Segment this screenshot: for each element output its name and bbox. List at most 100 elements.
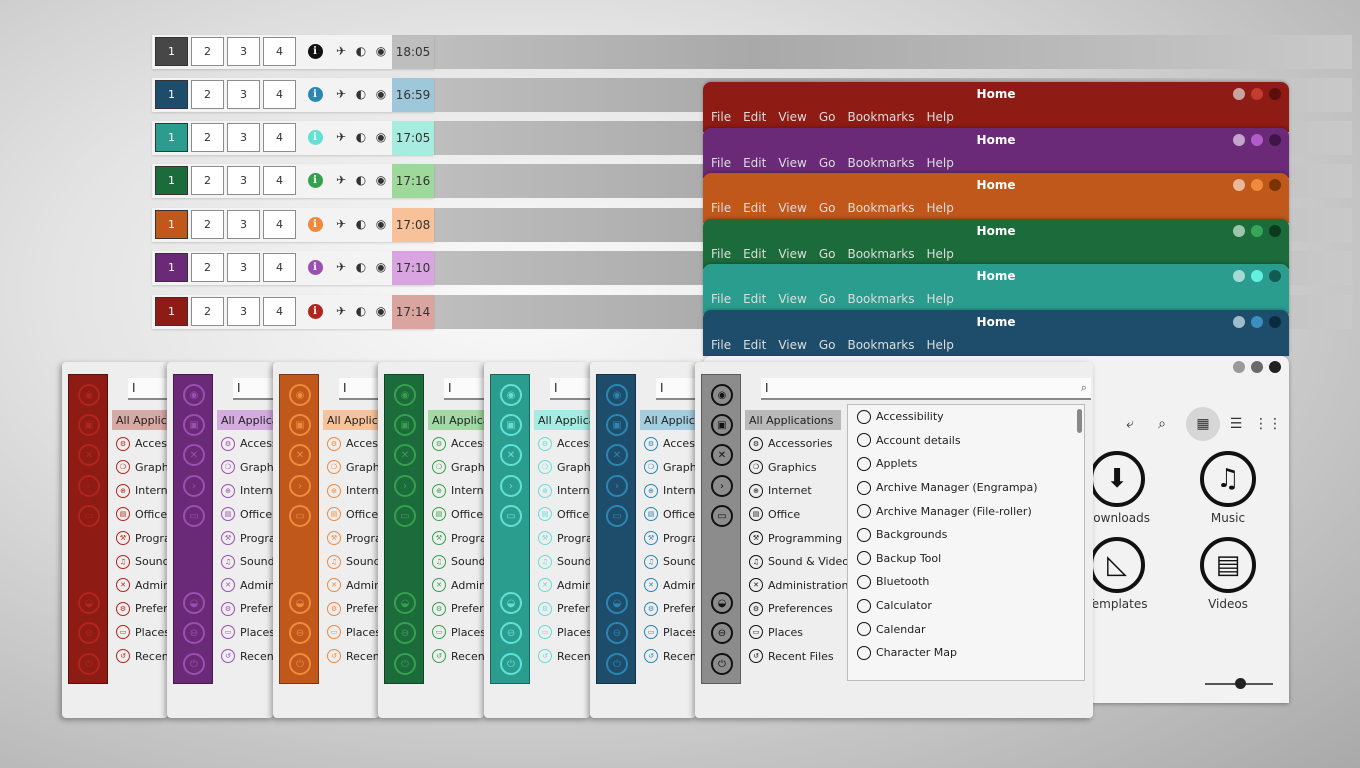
category-item[interactable]: ⚙ Preferences (534, 599, 590, 619)
category-item[interactable]: ⚙ Accessories (745, 434, 832, 454)
close-button[interactable] (1269, 88, 1281, 100)
category-item[interactable]: ▭ Places (534, 622, 590, 642)
workspace-button-3[interactable]: 3 (227, 253, 260, 282)
category-all-applications[interactable]: All Applications (640, 410, 696, 430)
firefox-icon[interactable]: ◉ (78, 384, 100, 406)
category-item[interactable]: ♫ Sound & Video (217, 552, 273, 572)
power-icon[interactable]: ◉ (373, 43, 389, 59)
folder-item[interactable]: ▤ Videos (1178, 537, 1278, 611)
power-icon[interactable]: ⏻ (78, 653, 100, 675)
category-item[interactable]: ⊕ Internet (640, 481, 696, 501)
tools-icon[interactable]: ✕ (289, 444, 311, 466)
menu-file[interactable]: File (711, 292, 731, 306)
power-icon[interactable]: ⏻ (289, 653, 311, 675)
files-icon[interactable]: ▭ (183, 505, 205, 527)
search-input[interactable]: I (550, 378, 590, 400)
menu-help[interactable]: Help (927, 247, 954, 261)
menu-view[interactable]: View (778, 338, 806, 352)
power-icon[interactable]: ⏻ (606, 653, 628, 675)
maximize-button[interactable] (1251, 88, 1263, 100)
power-icon[interactable]: ◉ (373, 259, 389, 275)
app-item[interactable]: Calculator (848, 594, 1084, 618)
app-item[interactable]: Archive Manager (Engrampa) (848, 476, 1084, 500)
category-item[interactable]: ⚙ Accessories (534, 434, 590, 454)
menu-help[interactable]: Help (927, 156, 954, 170)
category-item[interactable]: ▤ Office (112, 504, 167, 524)
close-button[interactable] (1269, 225, 1281, 237)
category-item[interactable]: ✕ Administration (323, 575, 379, 595)
workspace-button-3[interactable]: 3 (227, 123, 260, 152)
menu-edit[interactable]: Edit (743, 156, 766, 170)
category-item[interactable]: ↺ Recent Files (112, 646, 168, 666)
category-item[interactable]: ✕ Administration (428, 575, 484, 595)
menu-view[interactable]: View (778, 247, 806, 261)
clock[interactable]: 17:05 (392, 121, 434, 155)
info-icon[interactable]: i (307, 216, 323, 232)
zoom-slider[interactable] (1205, 678, 1273, 689)
category-item[interactable]: ▤ Office (217, 504, 272, 524)
info-icon[interactable]: i (307, 303, 323, 319)
category-all-applications[interactable]: All Applications (217, 410, 273, 430)
store-icon[interactable]: ▣ (606, 414, 628, 436)
category-item[interactable]: ↺ Recent Files (428, 646, 484, 666)
category-item[interactable]: ⚒ Programming (640, 528, 696, 548)
menu-bookmarks[interactable]: Bookmarks (847, 247, 914, 261)
network-icon[interactable]: ✈ (333, 129, 349, 145)
power-icon[interactable]: ◉ (373, 129, 389, 145)
category-all-applications[interactable]: All Applications (323, 410, 379, 430)
menu-view[interactable]: View (778, 201, 806, 215)
category-item[interactable]: ↺ Recent Files (640, 646, 696, 666)
volume-icon[interactable]: ◐ (353, 129, 369, 145)
category-all-applications[interactable]: All Applications (534, 410, 590, 430)
category-item[interactable]: ▭ Places (640, 622, 696, 642)
workspace-button-1[interactable]: 1 (155, 37, 188, 66)
workspace-button-4[interactable]: 4 (263, 253, 296, 282)
firefox-icon[interactable]: ◉ (606, 384, 628, 406)
files-icon[interactable]: ▭ (289, 505, 311, 527)
store-icon[interactable]: ▣ (183, 414, 205, 436)
power-icon[interactable]: ◉ (373, 216, 389, 232)
menu-file[interactable]: File (711, 338, 731, 352)
path-bar-button[interactable]: ⤶ (1113, 407, 1147, 441)
tools-icon[interactable]: ✕ (183, 444, 205, 466)
workspace-button-3[interactable]: 3 (227, 37, 260, 66)
search-input[interactable]: I (128, 378, 168, 400)
workspace-button-4[interactable]: 4 (263, 297, 296, 326)
category-item[interactable]: ♫ Sound & Video (640, 552, 696, 572)
list-view-icon[interactable]: ☰ (1219, 407, 1253, 441)
category-item[interactable]: ♫ Sound & Video (323, 552, 379, 572)
firefox-icon[interactable]: ◉ (289, 384, 311, 406)
network-icon[interactable]: ✈ (333, 43, 349, 59)
category-item[interactable]: ⊕ Internet (112, 481, 168, 501)
volume-icon[interactable]: ◐ (353, 303, 369, 319)
menu-edit[interactable]: Edit (743, 247, 766, 261)
menu-bookmarks[interactable]: Bookmarks (847, 292, 914, 306)
category-item[interactable]: ▭ Places (112, 622, 168, 642)
firefox-icon[interactable]: ◉ (394, 384, 416, 406)
zoom-slider-handle[interactable] (1235, 678, 1246, 689)
maximize-button[interactable] (1251, 179, 1263, 191)
workspace-button-4[interactable]: 4 (263, 210, 296, 239)
volume-icon[interactable]: ◐ (353, 43, 369, 59)
network-icon[interactable]: ✈ (333, 86, 349, 102)
clock[interactable]: 16:59 (392, 78, 434, 112)
category-item[interactable]: ⚙ Accessories (323, 434, 379, 454)
lock-icon[interactable]: ◒ (606, 592, 628, 614)
workspace-button-4[interactable]: 4 (263, 123, 296, 152)
compact-view-icon[interactable]: ⋮⋮ (1251, 407, 1285, 441)
maximize-button[interactable] (1251, 316, 1263, 328)
close-button[interactable] (1269, 361, 1281, 373)
power-icon[interactable]: ◉ (373, 86, 389, 102)
volume-icon[interactable]: ◐ (353, 86, 369, 102)
workspace-button-2[interactable]: 2 (191, 80, 224, 109)
files-icon[interactable]: ▭ (500, 505, 522, 527)
maximize-button[interactable] (1251, 134, 1263, 146)
lock-icon[interactable]: ◒ (183, 592, 205, 614)
volume-icon[interactable]: ◐ (353, 259, 369, 275)
clock[interactable]: 17:08 (392, 208, 434, 242)
app-item[interactable]: Backup Tool (848, 547, 1084, 571)
files-icon[interactable]: ▭ (78, 505, 100, 527)
tools-icon[interactable]: ✕ (78, 444, 100, 466)
category-item[interactable]: ⚙ Preferences (428, 599, 484, 619)
category-item[interactable]: ⚒ Programming (112, 528, 168, 548)
